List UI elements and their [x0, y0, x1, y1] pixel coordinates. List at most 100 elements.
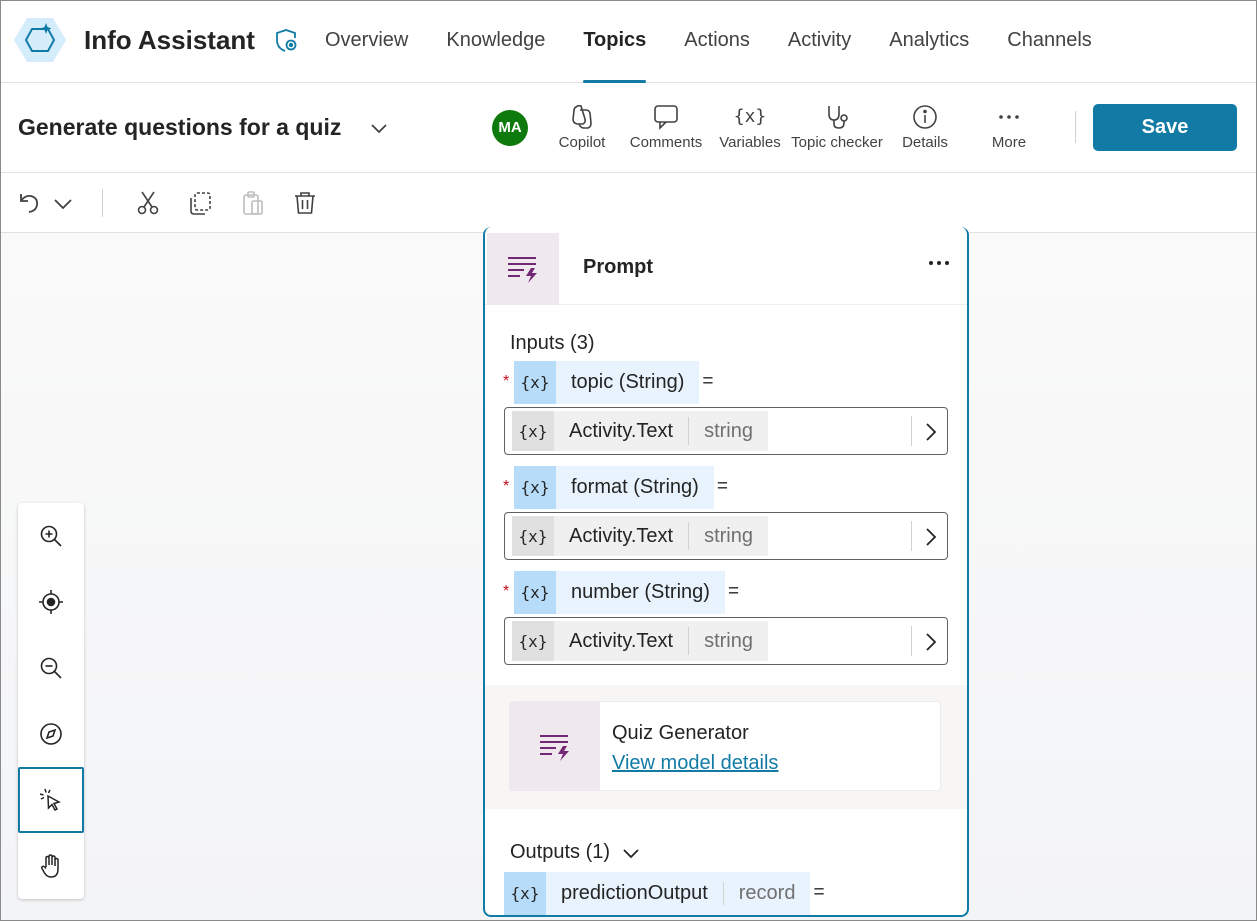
field-divider — [911, 521, 912, 551]
cut-icon[interactable] — [135, 190, 161, 216]
avatar[interactable]: MA — [492, 110, 528, 146]
variable-icon: {x} — [514, 570, 556, 614]
tab-actions[interactable]: Actions — [665, 1, 769, 83]
pan-mode-button[interactable] — [18, 833, 84, 899]
top-nav: Info Assistant Overview Knowledge Topics… — [1, 1, 1256, 83]
prompt-icon — [510, 702, 600, 791]
tab-knowledge[interactable]: Knowledge — [427, 1, 564, 83]
input-parameter-chip: {x} number (String) — [514, 570, 725, 614]
canvas-zoom-controls — [18, 503, 84, 899]
input-value-field[interactable]: {x} Activity.Text string — [504, 407, 948, 455]
paste-icon — [240, 190, 266, 216]
undo-history-chevron-icon[interactable] — [51, 190, 77, 216]
variable-icon: {x} — [514, 360, 556, 404]
comment-icon — [626, 103, 706, 131]
variable-value-name: Activity.Text — [554, 627, 690, 655]
input-value-field[interactable]: {x} Activity.Text string — [504, 617, 948, 665]
tab-activity[interactable]: Activity — [769, 1, 870, 83]
details-label: Details — [902, 134, 948, 151]
variables-label: Variables — [719, 134, 781, 151]
output-parameter-name: predictionOutput — [561, 881, 708, 904]
comments-label: Comments — [629, 134, 703, 151]
required-marker: * — [503, 373, 510, 390]
input-parameter-row: * {x} number (String) = — [503, 570, 739, 614]
delete-icon[interactable] — [292, 190, 318, 216]
variable-value-chip[interactable]: {x} Activity.Text string — [512, 621, 768, 661]
variable-icon: {x} — [512, 411, 554, 451]
prompt-model-section: Quiz Generator View model details — [485, 685, 967, 809]
more-button[interactable]: More — [985, 103, 1033, 155]
chevron-right-icon[interactable] — [918, 630, 942, 654]
chevron-right-icon[interactable] — [918, 420, 942, 444]
outputs-section-toggle[interactable]: Outputs (1) — [510, 841, 642, 864]
outputs-section-label: Outputs (1) — [510, 841, 611, 863]
topic-switcher-chevron-icon[interactable] — [368, 117, 390, 139]
copilot-label: Copilot — [558, 134, 606, 151]
tab-analytics[interactable]: Analytics — [870, 1, 988, 83]
agent-settings-icon[interactable] — [273, 27, 299, 53]
variable-value-type: string — [704, 419, 753, 442]
inputs-section-label: Inputs (3) — [510, 332, 595, 354]
info-icon — [899, 103, 951, 131]
focus-target-icon — [39, 590, 63, 614]
select-mode-button[interactable] — [18, 767, 84, 833]
tab-topics[interactable]: Topics — [564, 1, 665, 83]
prompt-node[interactable]: Prompt Inputs (3) * {x} topic (String) = — [483, 227, 969, 917]
minimap-button[interactable] — [18, 701, 84, 767]
variable-value-chip[interactable]: {x} Activity.Text string — [512, 411, 768, 451]
more-horizontal-icon — [985, 103, 1033, 131]
output-parameter-row: {x} predictionOutput record = — [504, 871, 825, 915]
variable-value-name: Activity.Text — [554, 417, 690, 445]
prompt-icon — [487, 233, 559, 305]
stethoscope-icon — [791, 103, 883, 131]
nav-tabs: Overview Knowledge Topics Actions Activi… — [306, 1, 1111, 83]
app-title: Info Assistant — [84, 25, 255, 55]
variables-button[interactable]: {x} Variables — [717, 103, 783, 155]
input-parameter-name: number (String) — [571, 580, 710, 603]
topic-header: Generate questions for a quiz MA Copilot… — [1, 83, 1256, 173]
topic-checker-button[interactable]: Topic checker — [791, 103, 883, 155]
recenter-button[interactable] — [18, 569, 84, 635]
app-window: Info Assistant Overview Knowledge Topics… — [0, 0, 1257, 921]
input-parameter-row: * {x} format (String) = — [503, 465, 728, 509]
field-divider — [911, 416, 912, 446]
zoom-out-icon — [40, 657, 62, 679]
view-model-details-link[interactable]: View model details — [612, 752, 778, 775]
input-value-field[interactable]: {x} Activity.Text string — [504, 512, 948, 560]
input-parameter-chip: {x} topic (String) — [514, 360, 700, 404]
equals-sign: = — [727, 581, 740, 602]
input-parameter-name: topic (String) — [571, 370, 685, 393]
edit-toolbar-divider — [102, 189, 103, 217]
prompt-node-title: Prompt — [583, 256, 653, 278]
output-parameter-type: record — [722, 881, 811, 905]
copy-icon[interactable] — [187, 190, 213, 216]
details-button[interactable]: Details — [899, 103, 951, 155]
tab-channels[interactable]: Channels — [988, 1, 1111, 83]
prompt-model-card[interactable]: Quiz Generator View model details — [509, 701, 941, 791]
variable-value-type: string — [704, 524, 753, 547]
hand-icon — [41, 854, 59, 878]
undo-icon[interactable] — [16, 190, 42, 216]
variable-icon: {x} — [504, 871, 546, 915]
variable-value-chip[interactable]: {x} Activity.Text string — [512, 516, 768, 556]
save-button[interactable]: Save — [1093, 104, 1237, 151]
equals-sign: = — [702, 371, 714, 392]
topic-name: Generate questions for a quiz — [18, 114, 342, 140]
required-marker: * — [503, 583, 510, 600]
topic-checker-label: Topic checker — [791, 134, 883, 151]
node-more-options-icon[interactable] — [925, 255, 953, 271]
copilot-button[interactable]: Copilot — [553, 103, 611, 155]
input-parameter-chip: {x} format (String) — [514, 465, 714, 509]
chevron-down-icon — [623, 848, 639, 858]
input-parameter-row: * {x} topic (String) = — [503, 360, 713, 404]
prompt-model-name: Quiz Generator — [612, 722, 749, 744]
compass-icon — [40, 723, 62, 745]
topic-canvas[interactable]: Prompt Inputs (3) * {x} topic (String) = — [1, 227, 1256, 920]
copilot-icon — [553, 103, 611, 131]
comments-button[interactable]: Comments — [626, 103, 706, 155]
tab-overview[interactable]: Overview — [306, 1, 427, 83]
zoom-in-button[interactable] — [18, 503, 84, 569]
chevron-right-icon[interactable] — [918, 525, 942, 549]
zoom-out-button[interactable] — [18, 635, 84, 701]
variable-icon: {x} — [512, 516, 554, 556]
